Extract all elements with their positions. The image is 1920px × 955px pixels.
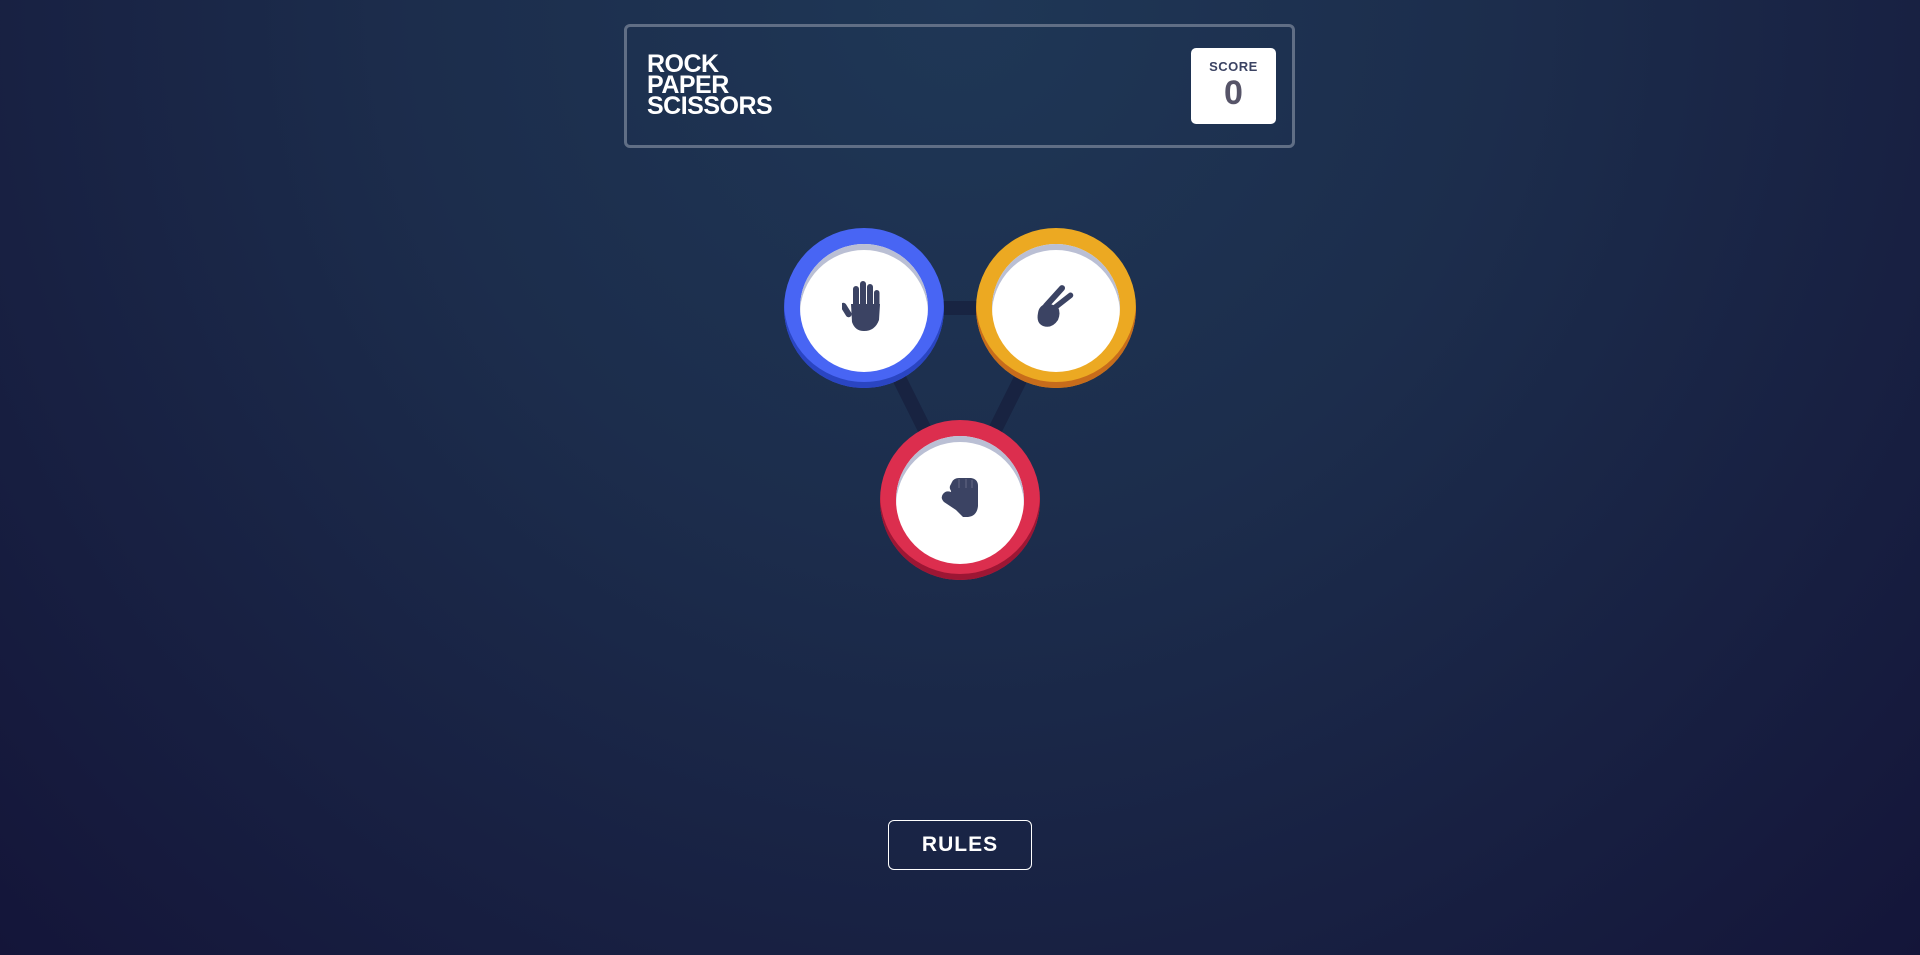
paper-token-face — [800, 244, 928, 372]
paper-token-button[interactable] — [784, 228, 944, 388]
scissors-token-face — [992, 244, 1120, 372]
scissors-token-button[interactable] — [976, 228, 1136, 388]
hand-rock-icon — [938, 476, 982, 525]
game-board — [0, 0, 1920, 955]
rock-token-face — [896, 436, 1024, 564]
rock-token-button[interactable] — [880, 420, 1040, 580]
hand-scissors-icon — [1034, 283, 1078, 334]
hand-paper-icon — [840, 280, 886, 337]
rules-button[interactable]: RULES — [888, 820, 1032, 870]
